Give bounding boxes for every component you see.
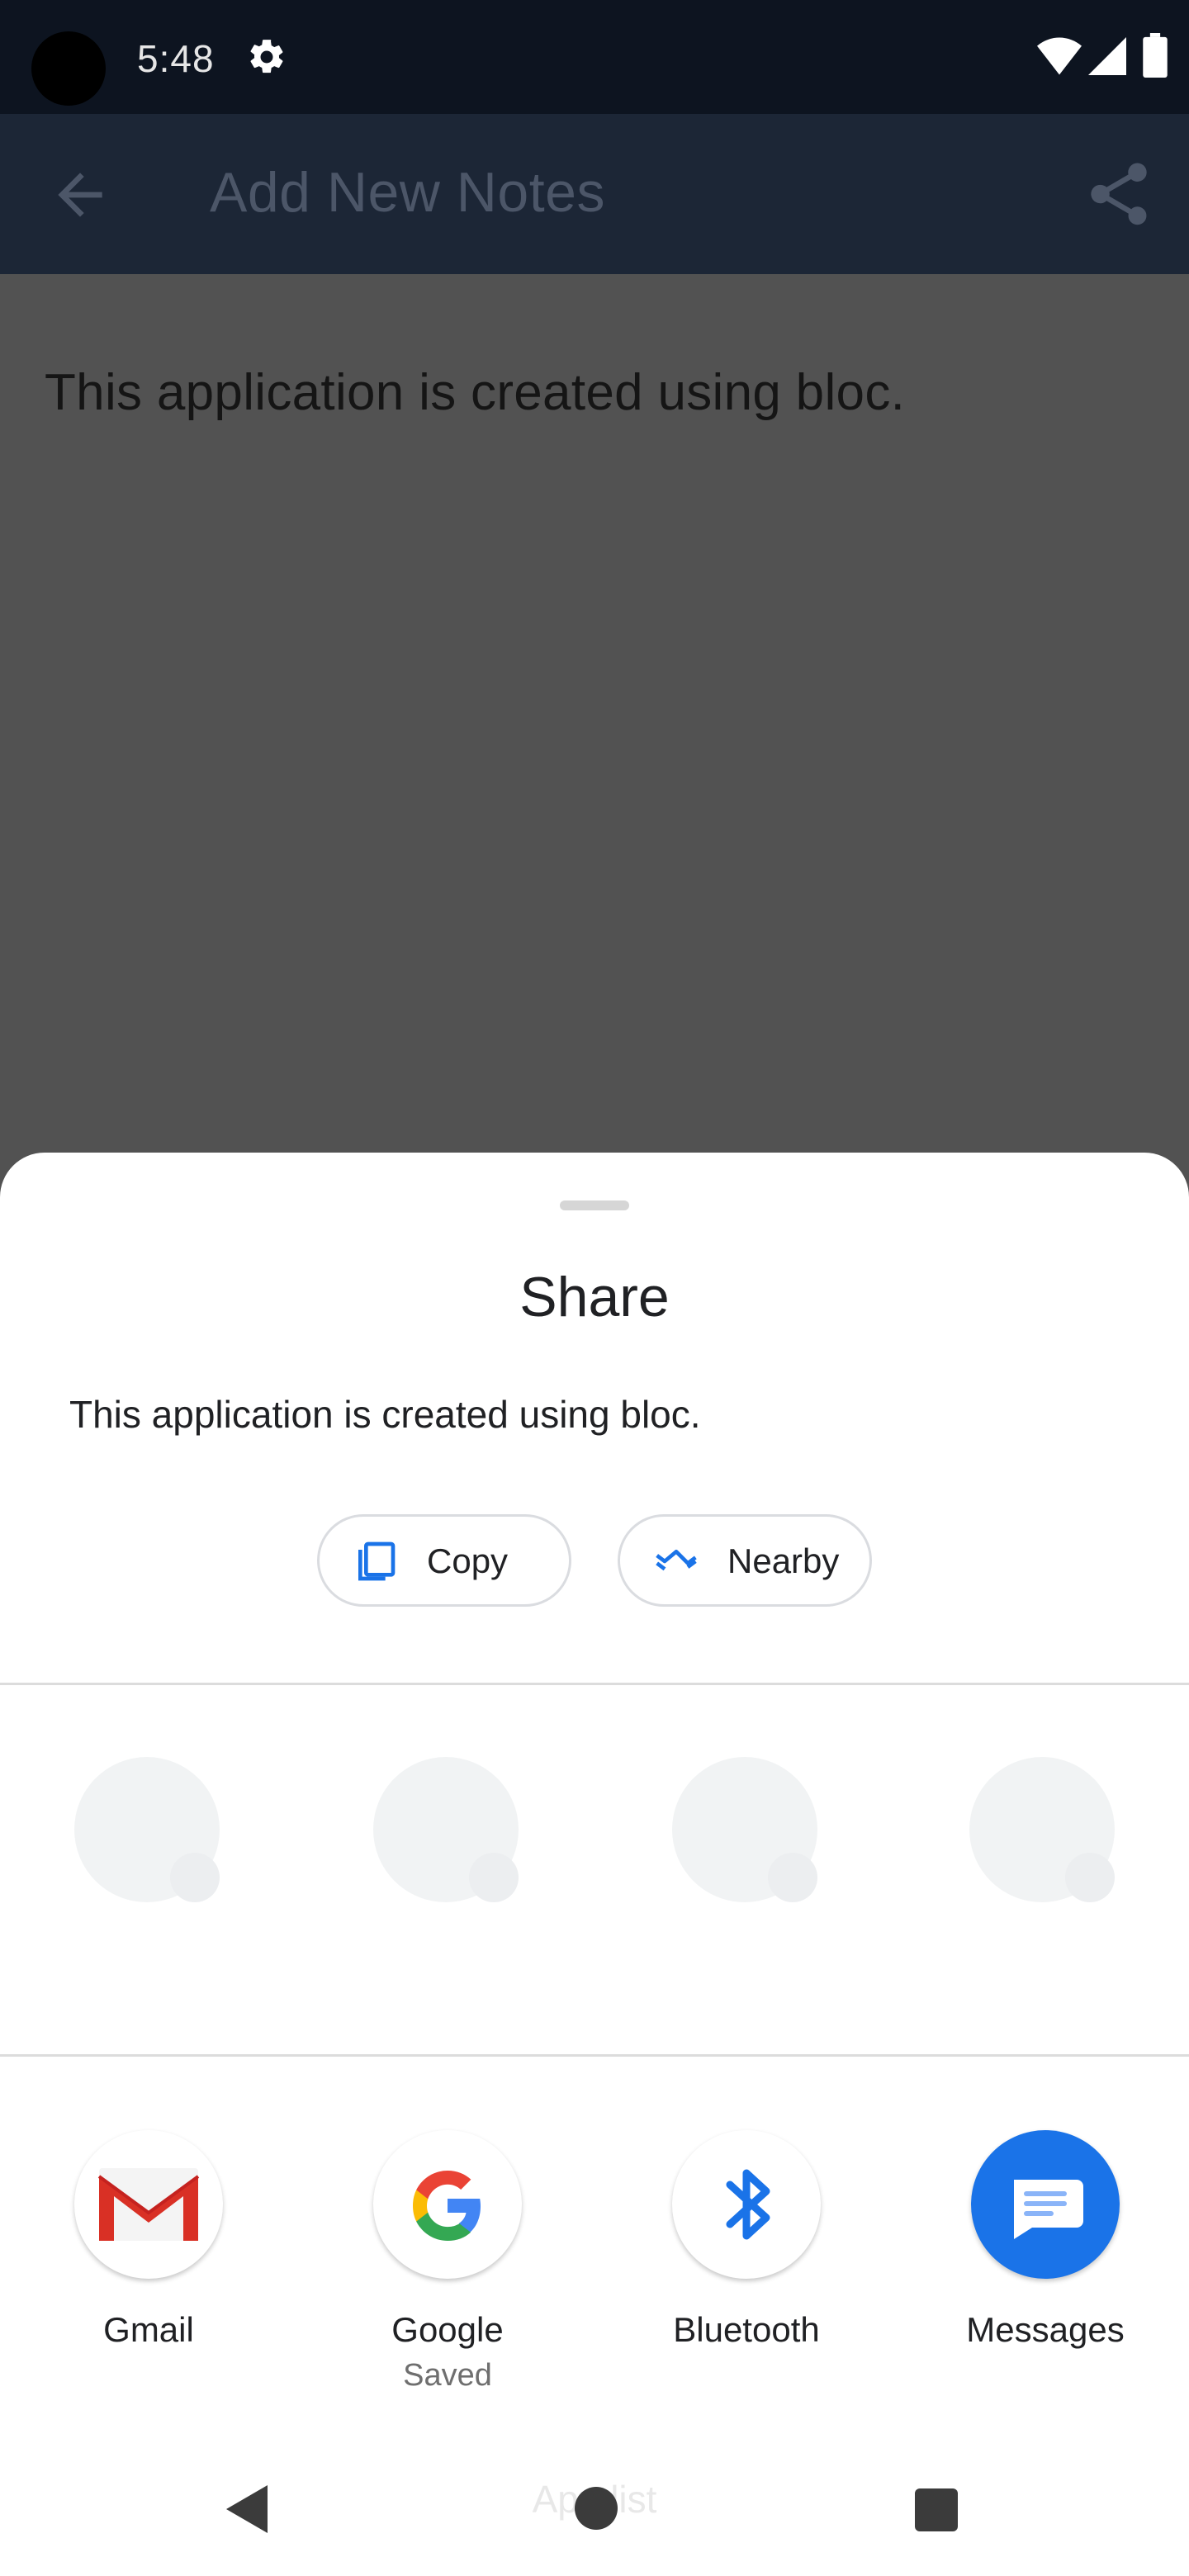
direct-share-placeholder <box>672 1757 817 1902</box>
copy-label: Copy <box>427 1541 509 1580</box>
share-target-google[interactable]: Google Saved <box>324 2130 571 2411</box>
app-bar: Add New Notes <box>0 114 1189 274</box>
system-nav-bar: App list <box>0 2444 1189 2576</box>
app-label: Messages <box>966 2310 1125 2349</box>
sheet-title: Share <box>519 1266 670 1328</box>
share-target-gmail[interactable]: Gmail <box>25 2130 272 2411</box>
bluetooth-icon-container <box>672 2130 821 2279</box>
divider <box>0 2054 1189 2057</box>
back-arrow-icon[interactable] <box>43 162 117 228</box>
messages-icon <box>1014 2180 1083 2239</box>
note-content: This application is created using bloc. <box>45 364 906 421</box>
bluetooth-icon <box>726 2169 770 2240</box>
camera-cutout <box>31 31 106 106</box>
app-label: Gmail <box>103 2310 194 2349</box>
copy-icon <box>358 1541 396 1581</box>
nearby-share-icon <box>656 1550 697 1571</box>
share-icon[interactable] <box>1082 157 1156 231</box>
nearby-share-button[interactable]: Nearby <box>618 1514 872 1607</box>
app-sublabel: Saved <box>403 2358 492 2393</box>
settings-gear-icon <box>250 40 283 73</box>
direct-share-placeholder <box>969 1757 1115 1902</box>
nav-home-icon[interactable] <box>575 2487 618 2530</box>
status-time: 5:48 <box>137 37 215 80</box>
nav-recents-icon[interactable] <box>915 2488 958 2531</box>
messages-icon-container <box>971 2130 1120 2279</box>
gmail-icon-container <box>74 2130 223 2279</box>
google-icon <box>413 2171 481 2241</box>
nearby-label: Nearby <box>727 1541 840 1580</box>
share-target-messages[interactable]: Messages <box>921 2130 1169 2411</box>
share-sheet: Share This application is created using … <box>0 1153 1189 2576</box>
divider <box>0 1683 1189 1685</box>
battery-icon <box>1143 33 1168 78</box>
direct-share-placeholder <box>74 1757 220 1902</box>
share-target-bluetooth[interactable]: Bluetooth <box>623 2130 870 2411</box>
direct-share-placeholder <box>373 1757 519 1902</box>
app-label: Google <box>391 2310 504 2349</box>
app-label: Bluetooth <box>673 2310 820 2349</box>
drag-handle[interactable] <box>560 1200 629 1210</box>
wifi-icon <box>1037 37 1082 75</box>
nav-back-icon[interactable] <box>223 2482 272 2536</box>
shared-text-preview: This application is created using bloc. <box>69 1393 701 1436</box>
status-bar: 5:48 <box>0 0 1189 114</box>
copy-button[interactable]: Copy <box>317 1514 571 1607</box>
cell-signal-icon <box>1088 37 1126 75</box>
gmail-icon <box>97 2168 200 2241</box>
page-title: Add New Notes <box>210 161 605 224</box>
google-icon-container <box>373 2130 522 2279</box>
